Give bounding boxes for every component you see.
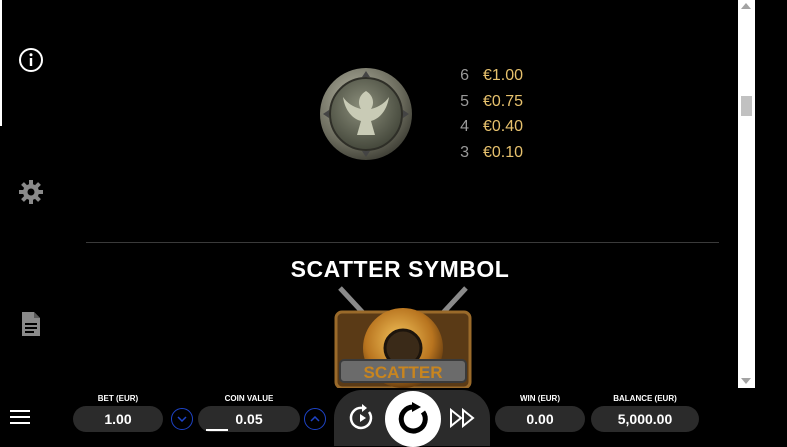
payout-value: €0.40 (483, 118, 524, 135)
menu-button[interactable] (10, 410, 30, 424)
scroll-up-arrow-icon[interactable] (741, 3, 751, 9)
spin-button[interactable] (385, 391, 441, 447)
payout-value: €0.75 (483, 92, 524, 110)
rules-button[interactable] (15, 308, 47, 340)
turbo-button[interactable] (449, 407, 477, 433)
symbol-count: 4 (460, 118, 469, 135)
hamburger-icon (10, 410, 30, 412)
balance-value: 5,000.00 (591, 406, 699, 432)
section-divider (86, 242, 719, 243)
decrease-coin-button[interactable] (171, 408, 193, 430)
chevron-down-icon (177, 416, 187, 422)
scroll-down-arrow-icon[interactable] (741, 378, 751, 384)
symbol-count: 6 (460, 67, 469, 84)
autoplay-button[interactable] (348, 404, 376, 437)
bet-value[interactable]: 1.00 (73, 406, 163, 432)
win-value: 0.00 (495, 406, 585, 432)
payout-value: €0.10 (483, 143, 524, 161)
paytable: 6 €1.00 5 €0.75 4 €0.40 3 €0.10 (459, 63, 523, 165)
spin-icon (398, 402, 428, 434)
chevron-up-icon (310, 416, 320, 422)
fast-forward-icon (450, 407, 475, 429)
scrollbar[interactable] (738, 0, 755, 388)
autoplay-icon (349, 404, 373, 430)
sidebar (0, 0, 62, 400)
paytable-content: 6 €1.00 5 €0.75 4 €0.40 3 €0.10 SCATTER … (62, 0, 738, 388)
win-label: WIN (EUR) (520, 394, 560, 403)
balance-label: BALANCE (EUR) (613, 394, 677, 403)
coin-value-indicator (206, 429, 228, 431)
section-title: SCATTER SYMBOL (290, 256, 510, 282)
settings-button[interactable] (15, 176, 47, 208)
increase-coin-button[interactable] (304, 408, 326, 430)
symbol-count: 3 (460, 143, 469, 161)
paytable-row: 3 €0.10 (459, 140, 523, 166)
paytable-row: 6 €1.00 (459, 63, 523, 89)
bottom-bar: BET (EUR) 1.00 COIN VALUE 0.05 WIN (EUR)… (0, 388, 787, 447)
scroll-thumb[interactable] (741, 96, 752, 116)
eagle-coin-symbol (320, 68, 412, 160)
payout-value: €1.00 (483, 67, 524, 84)
symbol-count: 5 (460, 92, 469, 110)
info-button[interactable] (15, 44, 47, 76)
document-icon (22, 312, 40, 336)
bet-label: BET (EUR) (97, 394, 139, 403)
scatter-image-text: SCATTER (363, 363, 442, 382)
paytable-row: 4 €0.40 (459, 114, 523, 140)
scatter-symbol: SCATTER (334, 286, 472, 388)
active-indicator (0, 0, 2, 126)
info-icon (19, 48, 43, 72)
paytable-row: 5 €0.75 (459, 89, 523, 115)
gear-icon (19, 180, 43, 204)
coin-value-label: COIN VALUE (224, 394, 274, 403)
